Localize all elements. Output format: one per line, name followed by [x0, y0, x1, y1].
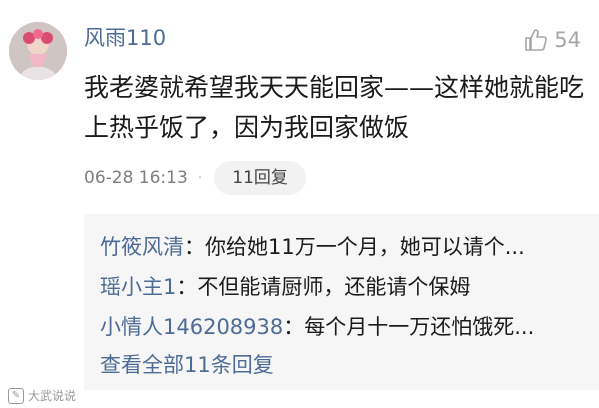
- reply-item[interactable]: 竹筱风清：你给她11万一个月，她可以请个...: [100, 232, 525, 262]
- comment-text: 我老婆就希望我天天能回家——这样她就能吃上热乎饭了，因为我回家做饭: [84, 73, 585, 142]
- reply-author[interactable]: 竹筱风清: [100, 235, 184, 259]
- watermark-text: 大武说说: [28, 389, 77, 403]
- watermark: ✎ 大武说说: [8, 387, 76, 404]
- reply-item[interactable]: 小情人146208938：每个月十一万还怕饿死...: [100, 312, 534, 342]
- reply-count-button[interactable]: 11回复: [214, 161, 306, 195]
- meta-separator: ·: [197, 170, 203, 186]
- comment-meta: 06-28 16:13 · 11回复: [84, 160, 306, 196]
- reply-separator: ：: [184, 235, 205, 259]
- reply-text: 每个月十一万还怕饿死...: [304, 315, 535, 339]
- reply-panel: 竹筱风清：你给她11万一个月，她可以请个... 瑶小主1：不但能请厨师，还能请个…: [84, 214, 599, 390]
- reply-item[interactable]: 瑶小主1：不但能请厨师，还能请个保姆: [100, 272, 470, 302]
- like-button[interactable]: 54: [524, 26, 581, 54]
- watermark-logo-icon: ✎: [8, 387, 24, 404]
- username[interactable]: 风雨110: [84, 24, 166, 52]
- view-all-replies-link[interactable]: 查看全部11条回复: [100, 350, 274, 380]
- reply-author[interactable]: 瑶小主1: [100, 275, 176, 299]
- reply-author[interactable]: 小情人146208938: [100, 315, 283, 339]
- timestamp: 06-28 16:13: [84, 168, 188, 188]
- like-count: 54: [554, 28, 581, 52]
- reply-separator: ：: [283, 315, 305, 339]
- reply-text: 不但能请厨师，还能请个保姆: [197, 275, 471, 299]
- thumbs-up-icon: [525, 29, 548, 51]
- avatar[interactable]: [9, 22, 67, 80]
- avatar-image: [9, 22, 67, 80]
- reply-separator: ：: [176, 275, 198, 299]
- reply-text: 你给她11万一个月，她可以请个...: [205, 235, 525, 259]
